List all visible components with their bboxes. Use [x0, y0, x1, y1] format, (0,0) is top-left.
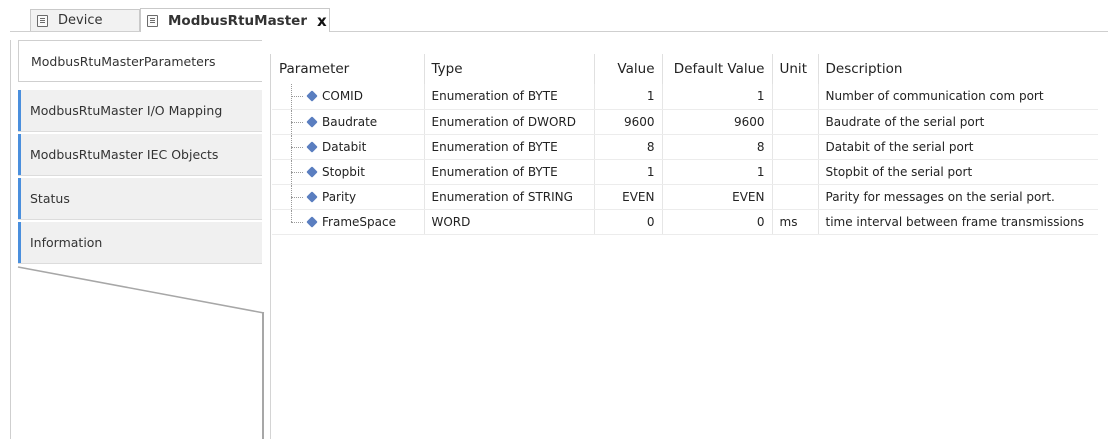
table-row[interactable]: FrameSpace WORD 0 0 ms time interval bet… — [272, 209, 1098, 235]
sidebar-item-label: Status — [30, 191, 70, 206]
default-value-cell: 1 — [662, 159, 773, 185]
parameter-cell: FrameSpace — [272, 209, 425, 235]
tab-modbus-rtu-master-label: ModbusRtuMaster — [168, 12, 307, 29]
sidebar-item-information[interactable]: Information — [18, 222, 262, 264]
default-value-cell: 0 — [662, 209, 773, 235]
table-row[interactable]: Databit Enumeration of BYTE 8 8 Databit … — [272, 134, 1098, 160]
default-value-cell: 8 — [662, 134, 773, 160]
value-cell[interactable]: 1 — [594, 159, 663, 185]
sidebar-item-label: ModbusRtuMaster IEC Objects — [30, 147, 219, 162]
sidebar-border — [10, 40, 11, 439]
tree-connector — [291, 146, 303, 149]
description-cell: Baudrate of the serial port — [818, 109, 1098, 135]
tree-connector — [291, 96, 303, 98]
sidebar-item-io-mapping[interactable]: ModbusRtuMaster I/O Mapping — [18, 90, 262, 132]
type-cell: Enumeration of STRING — [424, 184, 595, 210]
column-header-value[interactable]: Value — [594, 54, 663, 84]
column-header-parameter[interactable]: Parameter — [272, 54, 425, 84]
device-page-icon — [147, 14, 158, 27]
parameter-cell: Parity — [272, 184, 425, 210]
sidebar-item-label: Information — [30, 235, 103, 250]
unit-cell — [772, 159, 819, 185]
parameter-cell: Databit — [272, 134, 425, 160]
parameter-name: Stopbit — [322, 164, 365, 179]
grid-left-border — [270, 54, 271, 439]
unit-cell — [772, 134, 819, 160]
tree-connector — [291, 221, 303, 224]
parameter-diamond-icon — [306, 215, 318, 228]
column-header-unit[interactable]: Unit — [772, 54, 819, 84]
type-cell: Enumeration of BYTE — [424, 84, 595, 110]
editor-tabstrip: Device ModbusRtuMaster x — [0, 0, 1108, 32]
parameter-diamond-icon — [306, 190, 318, 203]
tree-connector — [291, 196, 303, 199]
sidebar-slant-edge — [17, 266, 265, 314]
description-cell: Stopbit of the serial port — [818, 159, 1098, 185]
type-cell: WORD — [424, 209, 595, 235]
parameter-name: FrameSpace — [322, 214, 396, 229]
description-cell: Parity for messages on the serial port. — [818, 184, 1098, 210]
sidebar-divider — [262, 312, 264, 439]
tab-device[interactable]: Device — [30, 9, 140, 31]
device-page-icon — [37, 14, 48, 27]
parameter-diamond-icon — [306, 115, 318, 128]
close-icon[interactable]: x — [317, 12, 327, 30]
parameter-diamond-icon — [306, 165, 318, 178]
default-value-cell: 1 — [662, 84, 773, 110]
column-header-default-value[interactable]: Default Value — [662, 54, 773, 84]
parameter-name: Parity — [322, 189, 357, 204]
table-row[interactable]: Baudrate Enumeration of DWORD 9600 9600 … — [272, 109, 1098, 135]
type-cell: Enumeration of BYTE — [424, 134, 595, 160]
table-row[interactable]: Stopbit Enumeration of BYTE 1 1 Stopbit … — [272, 159, 1098, 185]
unit-cell: ms — [772, 209, 819, 235]
sidebar-item-status[interactable]: Status — [18, 178, 262, 220]
default-value-cell: 9600 — [662, 109, 773, 135]
parameter-name: Baudrate — [322, 114, 378, 129]
tab-device-label: Device — [58, 13, 103, 28]
value-cell[interactable]: 0 — [594, 209, 663, 235]
parameter-table-container: Parameter Type Value Default Value Unit … — [272, 54, 1098, 235]
sidebar-item-label: ModbusRtuMaster I/O Mapping — [30, 103, 223, 118]
column-header-description[interactable]: Description — [818, 54, 1098, 84]
tree-connector — [291, 121, 303, 124]
sidebar-item-label: ModbusRtuMasterParameters — [31, 53, 216, 69]
unit-cell — [772, 109, 819, 135]
sidebar-item-parameters[interactable]: ModbusRtuMasterParameters — [18, 40, 262, 82]
unit-cell — [772, 84, 819, 110]
table-header-row: Parameter Type Value Default Value Unit … — [272, 54, 1098, 84]
parameter-diamond-icon — [306, 140, 318, 153]
description-cell: Number of communication com port — [818, 84, 1098, 110]
parameter-cell: Baudrate — [272, 109, 425, 135]
value-cell[interactable]: 9600 — [594, 109, 663, 135]
parameter-cell: COMID — [272, 84, 425, 110]
column-header-type[interactable]: Type — [424, 54, 595, 84]
parameter-name: COMID — [322, 89, 363, 104]
type-cell: Enumeration of DWORD — [424, 109, 595, 135]
tree-connector — [291, 171, 303, 174]
tab-modbus-rtu-master[interactable]: ModbusRtuMaster x — [140, 8, 330, 32]
sidebar-item-iec-objects[interactable]: ModbusRtuMaster IEC Objects — [18, 134, 262, 176]
description-cell: time interval between frame transmission… — [818, 209, 1098, 235]
parameter-table: Parameter Type Value Default Value Unit … — [272, 54, 1098, 235]
value-cell[interactable]: 1 — [594, 84, 663, 110]
table-row[interactable]: COMID Enumeration of BYTE 1 1 Number of … — [272, 84, 1098, 110]
parameter-diamond-icon — [306, 90, 318, 102]
value-cell[interactable]: 8 — [594, 134, 663, 160]
type-cell: Enumeration of BYTE — [424, 159, 595, 185]
description-cell: Databit of the serial port — [818, 134, 1098, 160]
parameter-name: Databit — [322, 139, 367, 154]
editor-sidebar: ModbusRtuMasterParameters ModbusRtuMaste… — [10, 40, 265, 439]
table-row[interactable]: Parity Enumeration of STRING EVEN EVEN P… — [272, 184, 1098, 210]
default-value-cell: EVEN — [662, 184, 773, 210]
tree-connector — [291, 209, 293, 222]
parameter-cell: Stopbit — [272, 159, 425, 185]
value-cell[interactable]: EVEN — [594, 184, 663, 210]
unit-cell — [772, 184, 819, 210]
